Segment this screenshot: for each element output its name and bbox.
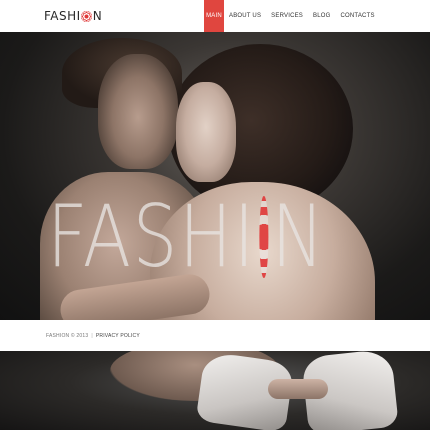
hero-photo-man-head: [98, 54, 178, 169]
logo-text-suffix: N: [92, 9, 103, 23]
copyright-text: FASHION © 2013: [46, 332, 89, 339]
nav-item-services[interactable]: SERVICES: [266, 0, 308, 32]
logo-text-prefix: FASHI: [44, 9, 81, 23]
nav-item-about-us[interactable]: ABOUT US: [224, 0, 266, 32]
privacy-policy-link[interactable]: PRIVACY POLICY: [96, 333, 140, 339]
site-logo[interactable]: FASHI N: [44, 8, 102, 24]
nav-item-main[interactable]: MAIN: [204, 0, 224, 32]
site-header: FASHI N MAIN ABOUT US SERVICES BLOG CONT…: [0, 0, 430, 32]
hero-target-icon: [259, 196, 269, 278]
nav-item-contacts[interactable]: CONTACTS: [336, 0, 380, 32]
site-footer: FASHION © 2013 | PRIVACY POLICY: [0, 320, 430, 351]
hero-title-suffix: N: [271, 187, 326, 287]
hero-title: FASHI N: [47, 182, 326, 292]
hero-photo-woman-face: [176, 82, 236, 182]
hero-title-prefix: FASHI: [47, 187, 257, 287]
hero-banner: FASHI N: [0, 32, 430, 320]
secondary-photo: [0, 351, 430, 430]
main-nav: MAIN ABOUT US SERVICES BLOG CONTACTS: [204, 0, 380, 32]
nav-item-blog[interactable]: BLOG: [308, 0, 335, 32]
photo-hand: [268, 379, 328, 399]
target-icon: [81, 10, 93, 22]
footer-separator: |: [91, 332, 93, 339]
